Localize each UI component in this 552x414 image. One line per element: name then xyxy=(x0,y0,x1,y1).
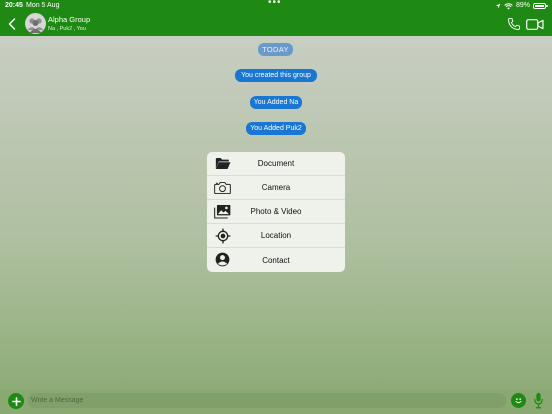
menu-label: Document xyxy=(257,159,295,168)
status-date: Mon 5 Aug xyxy=(26,2,60,9)
status-bar: 20:45 Mon 5 Aug ••• 89% xyxy=(0,0,552,12)
chevron-left-icon xyxy=(8,18,16,30)
phone-icon xyxy=(507,17,521,31)
top-bar: 20:45 Mon 5 Aug ••• 89% Alpha Group Na ,… xyxy=(0,0,552,36)
microphone-button[interactable] xyxy=(531,391,545,410)
message-input[interactable] xyxy=(28,393,506,408)
back-button[interactable] xyxy=(4,15,20,33)
battery-percent: 89% xyxy=(515,2,530,9)
menu-item-location[interactable]: Location xyxy=(207,224,345,248)
menu-item-document[interactable]: Document xyxy=(207,152,345,176)
plus-icon xyxy=(11,396,21,406)
group-icon xyxy=(27,18,44,33)
group-members: Na , Puk2 , You xyxy=(48,26,86,32)
menu-item-photo-video[interactable]: Photo & Video xyxy=(207,200,345,224)
multitask-dots-icon[interactable]: ••• xyxy=(268,0,282,9)
date-separator: TODAY xyxy=(258,43,293,56)
menu-label: Location xyxy=(260,231,292,240)
message-composer xyxy=(0,389,552,414)
attach-button[interactable] xyxy=(8,393,24,409)
microphone-icon xyxy=(533,392,543,409)
video-camera-icon xyxy=(526,18,544,30)
status-right: 89% xyxy=(495,0,548,12)
attachment-menu: Document Camera Photo & Video Location C… xyxy=(207,152,345,272)
menu-item-contact[interactable]: Contact xyxy=(207,248,345,272)
location-arrow-icon xyxy=(495,3,501,9)
group-avatar[interactable] xyxy=(25,13,46,34)
battery-icon xyxy=(533,3,548,9)
status-time: 20:45 xyxy=(5,2,23,9)
group-title[interactable]: Alpha Group xyxy=(48,15,90,24)
voice-call-button[interactable] xyxy=(505,15,523,33)
video-call-button[interactable] xyxy=(525,15,545,33)
wifi-icon xyxy=(504,2,513,9)
menu-label: Contact xyxy=(262,255,290,265)
chat-header: Alpha Group Na , Puk2 , You xyxy=(0,12,552,36)
emoji-button[interactable] xyxy=(511,393,526,408)
smiley-icon xyxy=(515,398,522,404)
system-message: You Added Puk2 xyxy=(246,122,306,135)
menu-item-camera[interactable]: Camera xyxy=(207,176,345,200)
chat-area: TODAY You created this group You Added N… xyxy=(0,36,552,389)
menu-label: Photo & Video xyxy=(250,207,302,216)
system-message: You Added Na xyxy=(250,96,302,109)
menu-label: Camera xyxy=(261,183,291,192)
system-message: You created this group xyxy=(235,69,317,82)
